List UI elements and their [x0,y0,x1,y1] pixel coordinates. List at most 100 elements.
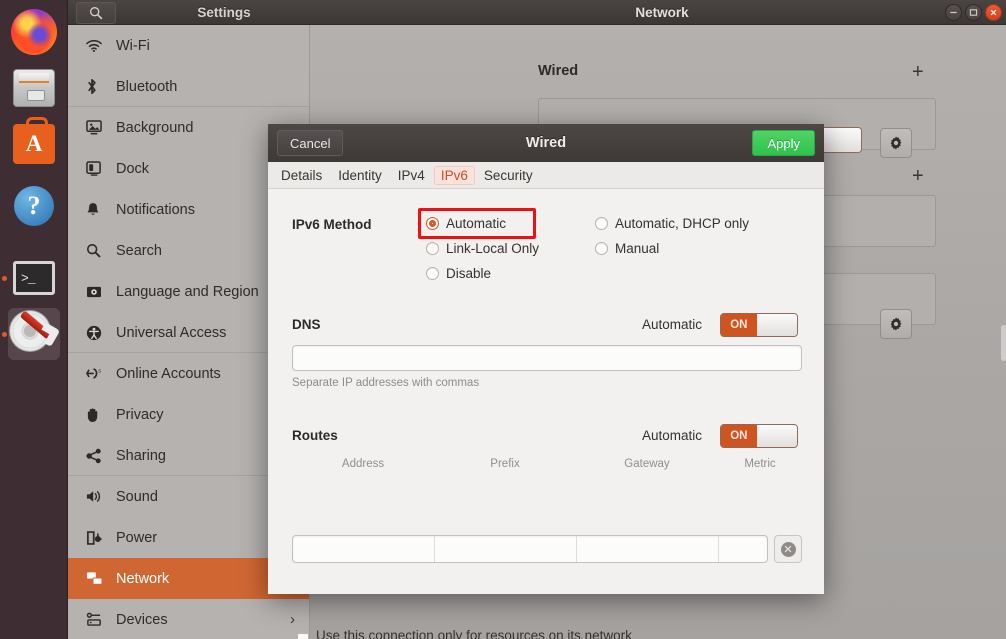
restrict-connection-checkbox[interactable] [297,633,309,639]
share-icon [86,448,116,464]
dns-automatic-toggle[interactable]: ON [720,313,798,337]
radio-disable[interactable]: Disable [426,266,491,281]
remove-circle-icon: ✕ [781,542,796,557]
radio-indicator [426,267,439,280]
close-button[interactable] [985,4,1002,21]
dialog-body: IPv6 Method Automatic Link-Local Only Di… [268,189,824,594]
radio-automatic[interactable]: Automatic [426,216,506,231]
radio-label: Manual [615,241,659,256]
settings-title: Settings [134,0,314,25]
add-connection-button[interactable]: + [912,165,924,188]
route-delete-button[interactable]: ✕ [774,535,802,563]
dock-item-terminal[interactable]: >_ [8,252,60,304]
dock-icon [86,161,116,176]
dock-item-settings[interactable] [8,308,60,360]
third-settings-gear-button[interactable] [880,309,912,339]
search-button[interactable] [76,2,116,24]
sidebar-label: Network [116,571,169,587]
dock-item-files[interactable] [8,62,60,114]
sidebar-label: Sharing [116,448,166,464]
radio-label: Disable [446,266,491,281]
radio-automatic-dhcp-only[interactable]: Automatic, DHCP only [595,216,749,231]
wired-settings-dialog: Wired Cancel Apply Details Identity IPv4… [268,124,824,594]
bell-icon [86,202,116,218]
online-accounts-icon: s [86,366,116,381]
language-icon [86,285,116,299]
dock-item-firefox[interactable] [8,6,60,58]
routes-table-row [292,535,768,563]
add-wired-button[interactable]: + [912,61,924,84]
background-icon [86,120,116,135]
toggle-knob [821,128,861,152]
files-icon [13,69,55,107]
dock-item-help[interactable]: ? [8,180,60,232]
minimize-button[interactable] [945,4,962,21]
tab-ipv4[interactable]: IPv4 [391,166,432,185]
sidebar-item-devices[interactable]: Devices › [68,599,309,639]
search-icon [86,243,116,258]
radio-manual[interactable]: Manual [595,241,659,256]
ubuntu-dock: A ? >_ [0,0,68,639]
screen: A ? >_ Settings Network [0,0,1006,639]
dock-item-ubuntu-software[interactable]: A [8,118,60,170]
tab-identity[interactable]: Identity [331,166,389,185]
help-icon: ? [14,186,54,226]
maximize-button[interactable] [965,4,982,21]
routes-automatic-label: Automatic [642,428,702,443]
apply-button[interactable]: Apply [752,130,815,156]
radio-indicator [426,217,439,230]
chevron-right-icon: › [290,611,295,628]
radio-indicator [595,242,608,255]
sidebar-label: Universal Access [116,325,226,341]
battery-icon [86,530,116,546]
sidebar-label: Language and Region [116,284,259,300]
sidebar-label: Notifications [116,202,195,218]
routes-col-metric: Metric [718,458,802,470]
settings-titlebar: Settings Network [68,0,1006,25]
running-dot-terminal [2,276,7,281]
window-controls [945,4,1002,21]
dns-servers-input[interactable] [292,345,802,371]
route-gateway-input[interactable] [577,536,719,562]
radio-indicator [595,217,608,230]
tab-security[interactable]: Security [477,166,540,185]
sidebar-label: Power [116,530,157,546]
ipv6-method-label: IPv6 Method [292,217,372,232]
dialog-title: Wired [268,124,824,162]
toggle-on-label: ON [721,425,757,447]
sidebar-label: Online Accounts [116,366,221,382]
route-metric-input[interactable] [719,536,767,562]
tab-details[interactable]: Details [274,166,329,185]
radio-label: Automatic [446,216,506,231]
sidebar-item-wifi[interactable]: Wi-Fi [68,25,309,66]
dns-automatic-label: Automatic [642,317,702,332]
routes-automatic-toggle[interactable]: ON [720,424,798,448]
radio-indicator [426,242,439,255]
sidebar-label: Dock [116,161,149,177]
vertical-scrollbar[interactable] [1001,325,1006,361]
radio-link-local-only[interactable]: Link-Local Only [426,241,539,256]
privacy-hand-icon [86,407,116,423]
route-address-input[interactable] [293,536,435,562]
gear-icon [888,135,904,151]
routes-col-address: Address [292,458,434,470]
sidebar-label: Wi-Fi [116,38,150,54]
sidebar-item-bluetooth[interactable]: Bluetooth [68,66,309,107]
minimize-icon [949,8,958,17]
wired-heading: Wired [538,63,578,79]
bluetooth-icon [86,78,116,95]
toggle-on-label: ON [721,314,757,336]
radio-label: Link-Local Only [446,241,539,256]
wired-settings-gear-button[interactable] [880,128,912,158]
radio-label: Automatic, DHCP only [615,216,749,231]
devices-icon [86,612,116,627]
dns-hint-text: Separate IP addresses with commas [292,377,479,389]
sidebar-label: Sound [116,489,158,505]
wifi-icon [86,39,116,53]
sidebar-label: Bluetooth [116,79,177,95]
search-icon [89,6,103,20]
accessibility-icon [86,325,116,341]
tab-ipv6[interactable]: IPv6 [434,166,475,185]
cancel-button[interactable]: Cancel [277,130,343,156]
route-prefix-input[interactable] [435,536,577,562]
